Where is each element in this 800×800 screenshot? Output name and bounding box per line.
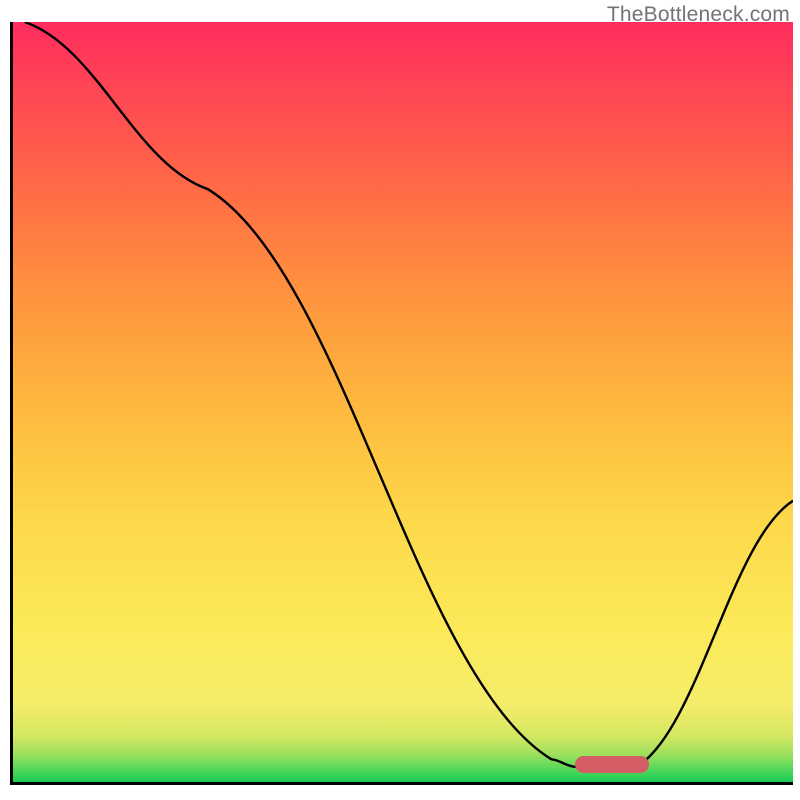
chart-plot-area <box>10 22 793 785</box>
optimal-point-marker <box>575 756 649 773</box>
chart-curve <box>13 22 793 782</box>
